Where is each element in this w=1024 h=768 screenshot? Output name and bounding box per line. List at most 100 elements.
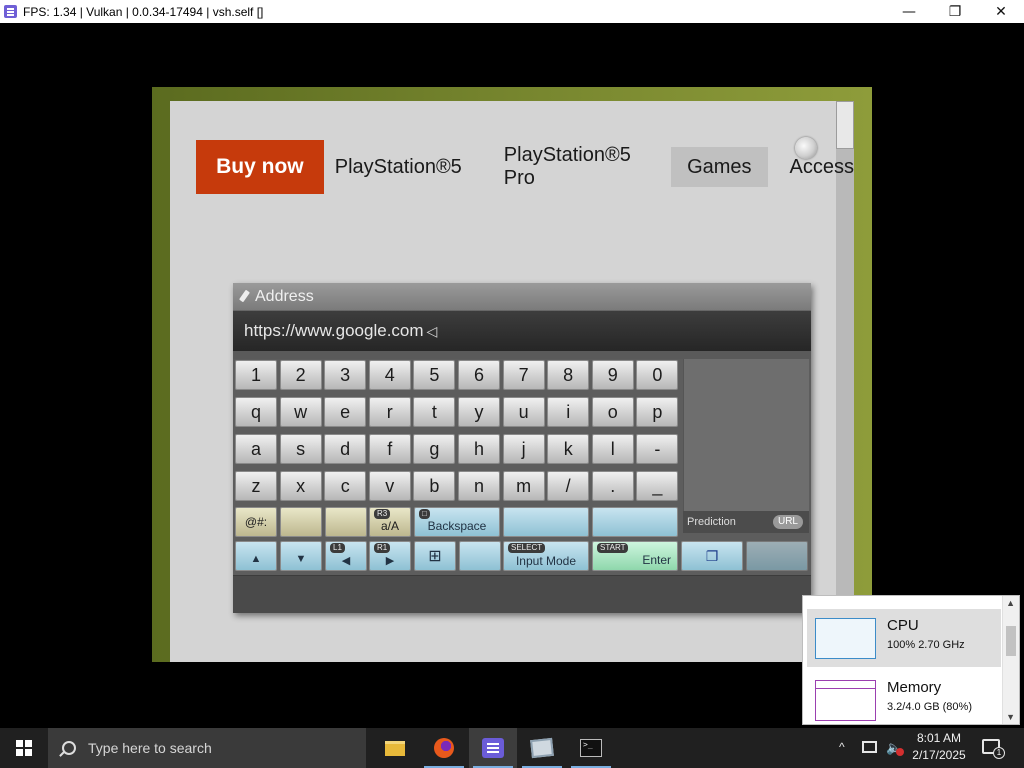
close-button[interactable]: ✕ xyxy=(978,0,1024,23)
blank-key[interactable] xyxy=(459,541,501,571)
input-mode-key[interactable]: SELECT Input Mode xyxy=(503,541,589,571)
osk-key[interactable]: p xyxy=(636,397,679,427)
osk-key[interactable]: j xyxy=(502,434,545,464)
memory-label: Memory xyxy=(887,679,942,696)
osk-key[interactable]: o xyxy=(591,397,634,427)
windows-logo-icon xyxy=(16,740,32,756)
taskbar-search-box[interactable]: Type here to search xyxy=(48,728,366,768)
start-button-badge: START xyxy=(597,543,629,553)
task-manager-memory[interactable]: Memory 3.2/4.0 GB (80%) xyxy=(807,671,1001,729)
blank-key[interactable] xyxy=(325,507,367,537)
osk-key[interactable]: n xyxy=(458,471,500,501)
osk-key[interactable]: z xyxy=(235,471,277,501)
scroll-up-icon[interactable]: ▲ xyxy=(1006,598,1015,608)
url-toggle[interactable]: URL xyxy=(773,515,803,529)
network-icon[interactable] xyxy=(862,741,877,753)
blank-key[interactable] xyxy=(280,507,322,537)
space-key[interactable] xyxy=(503,507,589,537)
osk-key[interactable]: 2 xyxy=(279,360,322,390)
osk-key[interactable]: _ xyxy=(636,471,679,501)
osk-key[interactable]: k xyxy=(547,434,590,464)
osk-key[interactable]: - xyxy=(636,434,679,464)
cursor-up-key[interactable]: ▲ xyxy=(235,541,277,571)
osk-key[interactable]: q xyxy=(235,397,277,427)
prediction-label: Prediction xyxy=(687,516,736,528)
taskbar-app-terminal[interactable]: >_ xyxy=(567,728,615,768)
start-button[interactable] xyxy=(0,728,48,768)
window-title-bar[interactable]: FPS: 1.34 | Vulkan | 0.0.34-17494 | vsh.… xyxy=(0,0,1024,23)
osk-key[interactable]: 4 xyxy=(368,360,411,390)
osk-key[interactable]: r xyxy=(368,397,411,427)
osk-key[interactable]: 1 xyxy=(235,360,277,390)
osk-key[interactable]: c xyxy=(324,471,367,501)
nav-link-ps5[interactable]: PlayStation®5 xyxy=(319,147,478,187)
osk-key[interactable]: l xyxy=(591,434,634,464)
input-mode-label: Input Mode xyxy=(515,554,577,568)
taskbar-app-photos[interactable] xyxy=(518,728,566,768)
keyboard-layout-key[interactable]: ⊞ xyxy=(414,541,456,571)
taskbar-clock[interactable]: 8:01 AM 2/17/2025 xyxy=(906,730,972,764)
cursor-down-key[interactable]: ▼ xyxy=(280,541,322,571)
task-manager-scrollbar[interactable]: ▲ ▼ xyxy=(1002,596,1019,724)
buy-now-button[interactable]: Buy now xyxy=(196,140,324,194)
window-title: FPS: 1.34 | Vulkan | 0.0.34-17494 | vsh.… xyxy=(23,4,264,19)
firefox-icon xyxy=(434,738,454,758)
osk-key[interactable]: t xyxy=(413,397,456,427)
osk-key[interactable]: w xyxy=(279,397,322,427)
case-toggle-key[interactable]: R3 a/A xyxy=(369,507,411,537)
cpu-graph xyxy=(815,618,876,659)
osk-key[interactable]: a xyxy=(235,434,277,464)
volume-muted-badge-icon xyxy=(896,748,904,756)
enter-key[interactable]: START Enter xyxy=(592,541,678,571)
osk-keys: 1 2 3 4 5 6 7 8 9 0 q w e r t y u i o p a s d f g h j k l - z x c v b n m /. _… xyxy=(233,359,811,575)
cursor-right-key[interactable]: R1 ▶ xyxy=(369,541,411,571)
backspace-key[interactable]: □ Backspace xyxy=(414,507,500,537)
address-input[interactable]: https://www.google.com ◁ xyxy=(233,311,811,351)
maximize-button[interactable]: ❐ xyxy=(932,0,978,23)
osk-key[interactable]: u xyxy=(502,397,545,427)
nav-link-games[interactable]: Games xyxy=(671,147,768,187)
cursor-left-key[interactable]: L1 ◀ xyxy=(325,541,367,571)
osk-key[interactable]: 7 xyxy=(502,360,545,390)
space-key[interactable] xyxy=(592,507,678,537)
osk-key[interactable]: 3 xyxy=(324,360,367,390)
clock-time: 8:01 AM xyxy=(916,731,962,745)
task-manager-cpu[interactable]: CPU 100% 2.70 GHz xyxy=(807,609,1001,667)
pencil-icon xyxy=(239,290,249,304)
prediction-bar[interactable]: Prediction URL xyxy=(683,511,809,533)
minimize-button[interactable]: — xyxy=(886,0,932,23)
osk-key[interactable]: h xyxy=(458,434,500,464)
osk-key[interactable]: g xyxy=(413,434,456,464)
osk-key[interactable]: i xyxy=(547,397,590,427)
osk-key[interactable]: 6 xyxy=(458,360,500,390)
memory-graph xyxy=(815,680,876,721)
osk-key[interactable]: . xyxy=(591,471,634,501)
task-manager-scroll-thumb[interactable] xyxy=(1006,626,1016,656)
paste-key[interactable] xyxy=(746,541,808,571)
osk-key[interactable]: s xyxy=(279,434,322,464)
show-hidden-icons-chevron-icon[interactable]: ^ xyxy=(839,740,845,754)
photos-icon xyxy=(530,737,554,759)
scroll-down-icon[interactable]: ▼ xyxy=(1006,712,1015,722)
osk-key[interactable]: e xyxy=(324,397,367,427)
osk-key[interactable]: 0 xyxy=(636,360,679,390)
osk-key[interactable]: d xyxy=(324,434,367,464)
taskbar-app-file-explorer[interactable] xyxy=(371,728,419,768)
taskbar-app-firefox[interactable] xyxy=(420,728,468,768)
osk-key[interactable]: / xyxy=(547,471,590,501)
osk-key[interactable]: b xyxy=(413,471,456,501)
osk-key[interactable]: y xyxy=(458,397,500,427)
browser-cursor-icon xyxy=(795,137,817,159)
osk-key[interactable]: 9 xyxy=(591,360,634,390)
osk-key[interactable]: f xyxy=(368,434,411,464)
taskbar-app-rpcs3[interactable] xyxy=(469,728,517,768)
symbols-key[interactable]: @#: xyxy=(235,507,277,537)
copy-key[interactable]: ❐ xyxy=(681,541,743,571)
osk-key[interactable]: x xyxy=(279,471,322,501)
osk-key[interactable]: v xyxy=(368,471,411,501)
osk-key[interactable]: m xyxy=(502,471,545,501)
osk-key[interactable]: 5 xyxy=(413,360,456,390)
osk-key[interactable]: 8 xyxy=(547,360,590,390)
rpcs3-icon xyxy=(482,738,504,758)
nav-link-ps5-pro[interactable]: PlayStation®5 Pro xyxy=(488,144,665,189)
